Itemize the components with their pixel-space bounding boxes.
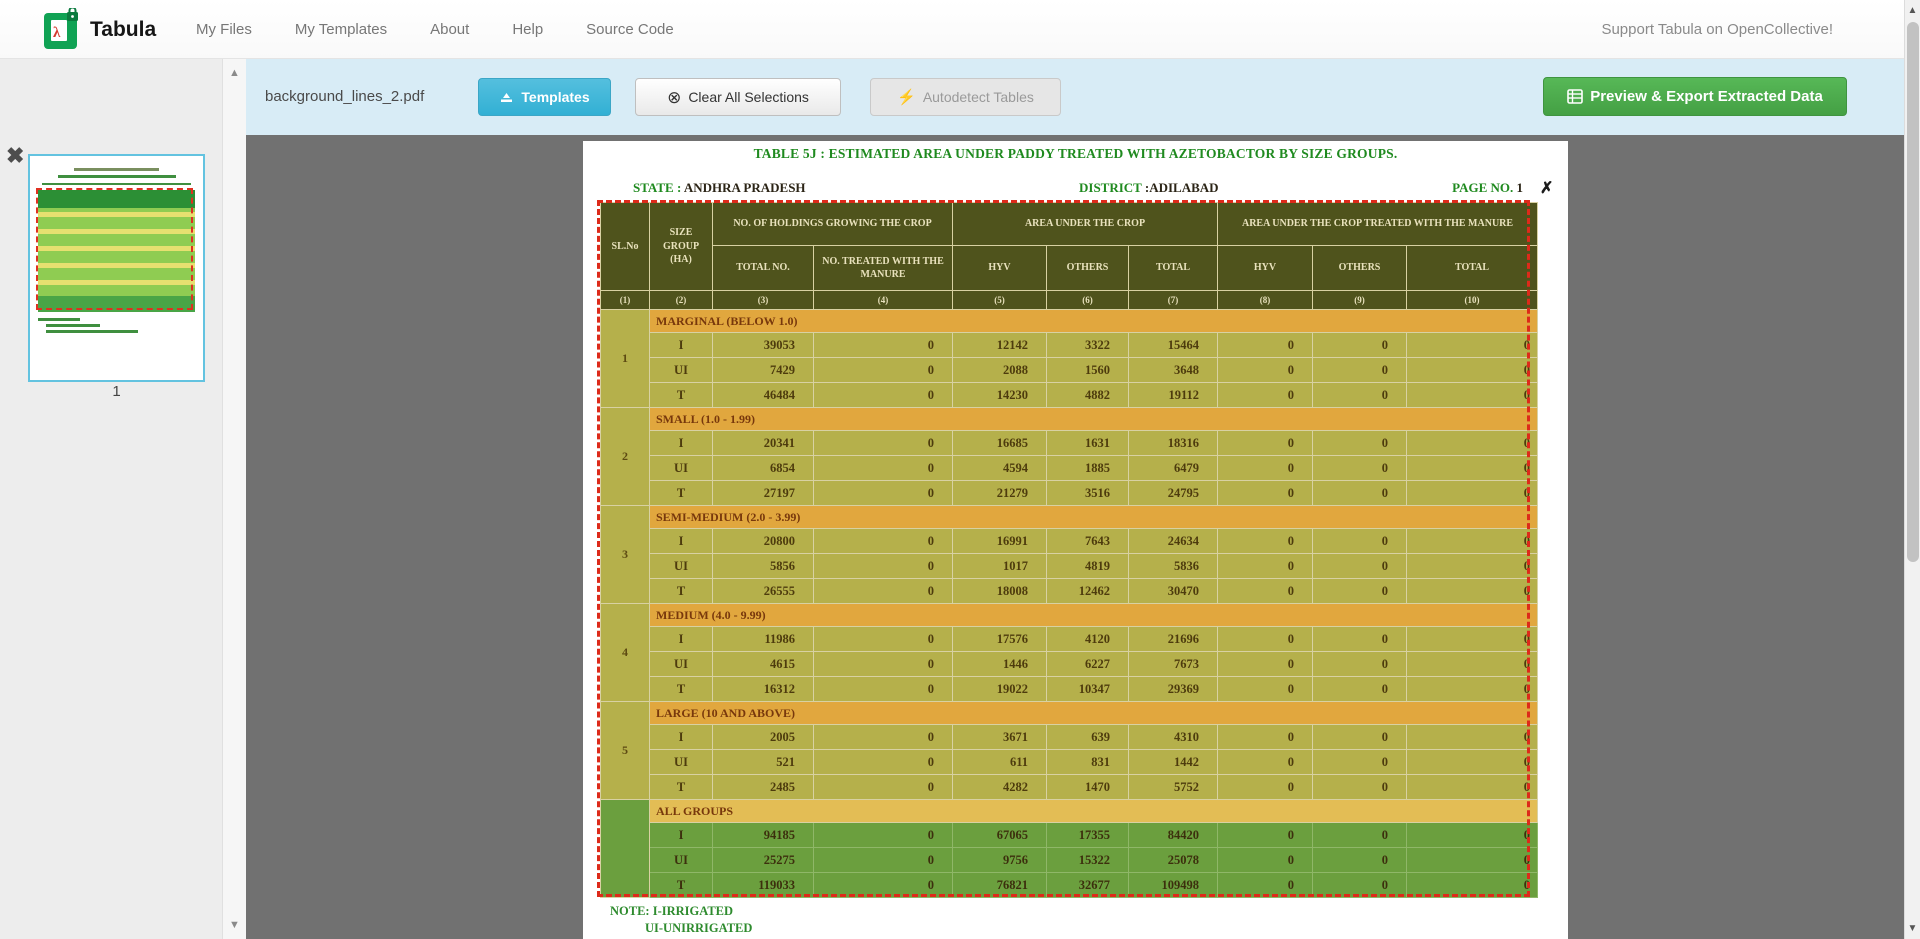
window-scroll-down-icon[interactable]: ▼ (1905, 923, 1920, 934)
thumbnail-page-number: 1 (28, 383, 205, 400)
thumb-subtitle-line (58, 175, 176, 178)
thumb-title-line (74, 168, 159, 171)
nav-item-source-code[interactable]: Source Code (586, 21, 674, 38)
remove-page-icon[interactable]: ✖ (6, 143, 24, 169)
window-scrollbar[interactable]: ▲ ▼ (1904, 0, 1920, 939)
brand-title[interactable]: Tabula (90, 0, 156, 59)
thumb-note-line (46, 330, 138, 333)
pdf-viewer-area: TABLE 5J : ESTIMATED AREA UNDER PADDY TR… (246, 135, 1904, 939)
page-no-label: PAGE NO. (1452, 180, 1513, 195)
navbar: λ Tabula My Files My Templates About Help So… (0, 0, 1920, 59)
sidebar-scrollbar[interactable]: ▲ ▼ (222, 59, 246, 939)
clear-button-label: Clear All Selections (688, 89, 809, 105)
window-scrollbar-thumb[interactable] (1907, 22, 1919, 562)
nav-item-my-templates[interactable]: My Templates (295, 21, 387, 38)
window-scroll-up-icon[interactable]: ▲ (1905, 5, 1920, 16)
scroll-up-icon[interactable]: ▲ (223, 67, 246, 79)
page-no-text: PAGE NO. 1 (1452, 180, 1523, 196)
selection-rectangle[interactable] (597, 200, 1530, 897)
app-window: λ Tabula My Files My Templates About Help So… (0, 0, 1920, 939)
export-button-label: Preview & Export Extracted Data (1590, 88, 1823, 105)
templates-button-label: Templates (521, 89, 589, 105)
district-value: :ADILABAD (1145, 180, 1219, 195)
thumb-note-line (46, 324, 100, 327)
autodetect-tables-button[interactable]: ⚡ Autodetect Tables (870, 78, 1061, 116)
thumb-selection-outline (36, 188, 193, 310)
sidebar: ✖ 1 (0, 59, 222, 939)
autodetect-button-label: Autodetect Tables (923, 89, 1034, 105)
tabula-logo-icon[interactable]: λ (44, 8, 82, 50)
support-link[interactable]: Support Tabula on OpenCollective! (1601, 0, 1833, 59)
note-line-2: UI-UNIRRIGATED (645, 920, 752, 937)
note-line-1: NOTE: I-IRRIGATED (610, 903, 752, 920)
scroll-down-icon[interactable]: ▼ (223, 919, 246, 931)
toolbar: background_lines_2.pdf Templates ⊗ Clear… (246, 59, 1904, 135)
page-no-value: 1 (1517, 180, 1524, 195)
state-value: ANDHRA PRADESH (684, 180, 806, 195)
clear-circle-x-icon: ⊗ (667, 89, 681, 106)
district-label: DISTRICT (1079, 180, 1142, 195)
document-filename: background_lines_2.pdf (265, 59, 424, 135)
district-text: DISTRICT :ADILABAD (1079, 180, 1219, 196)
page-thumbnail[interactable] (28, 154, 205, 382)
selection-close-icon[interactable]: ✗ (1540, 178, 1553, 198)
lightning-icon: ⚡ (897, 90, 916, 105)
nav-item-my-files[interactable]: My Files (196, 21, 252, 38)
pdf-page[interactable]: TABLE 5J : ESTIMATED AREA UNDER PADDY TR… (583, 141, 1568, 939)
table-list-icon (1567, 89, 1583, 104)
pdf-notes: NOTE: I-IRRIGATED UI-UNIRRIGATED (610, 903, 752, 937)
nav-item-about[interactable]: About (430, 21, 469, 38)
pdf-table-title: TABLE 5J : ESTIMATED AREA UNDER PADDY TR… (583, 146, 1568, 162)
clear-all-selections-button[interactable]: ⊗ Clear All Selections (635, 78, 841, 116)
preview-export-button[interactable]: Preview & Export Extracted Data (1543, 77, 1847, 116)
templates-button[interactable]: Templates (478, 78, 611, 116)
nav-menu: My Files My Templates About Help Source Code (196, 0, 674, 59)
state-label: STATE : (633, 180, 681, 195)
nav-item-help[interactable]: Help (512, 21, 543, 38)
thumb-note-line (38, 318, 80, 321)
thumb-meta-line (42, 183, 191, 185)
template-icon (499, 90, 514, 104)
state-text: STATE : ANDHRA PRADESH (633, 180, 806, 196)
thumb-table (38, 190, 195, 312)
svg-text:λ: λ (53, 25, 61, 41)
